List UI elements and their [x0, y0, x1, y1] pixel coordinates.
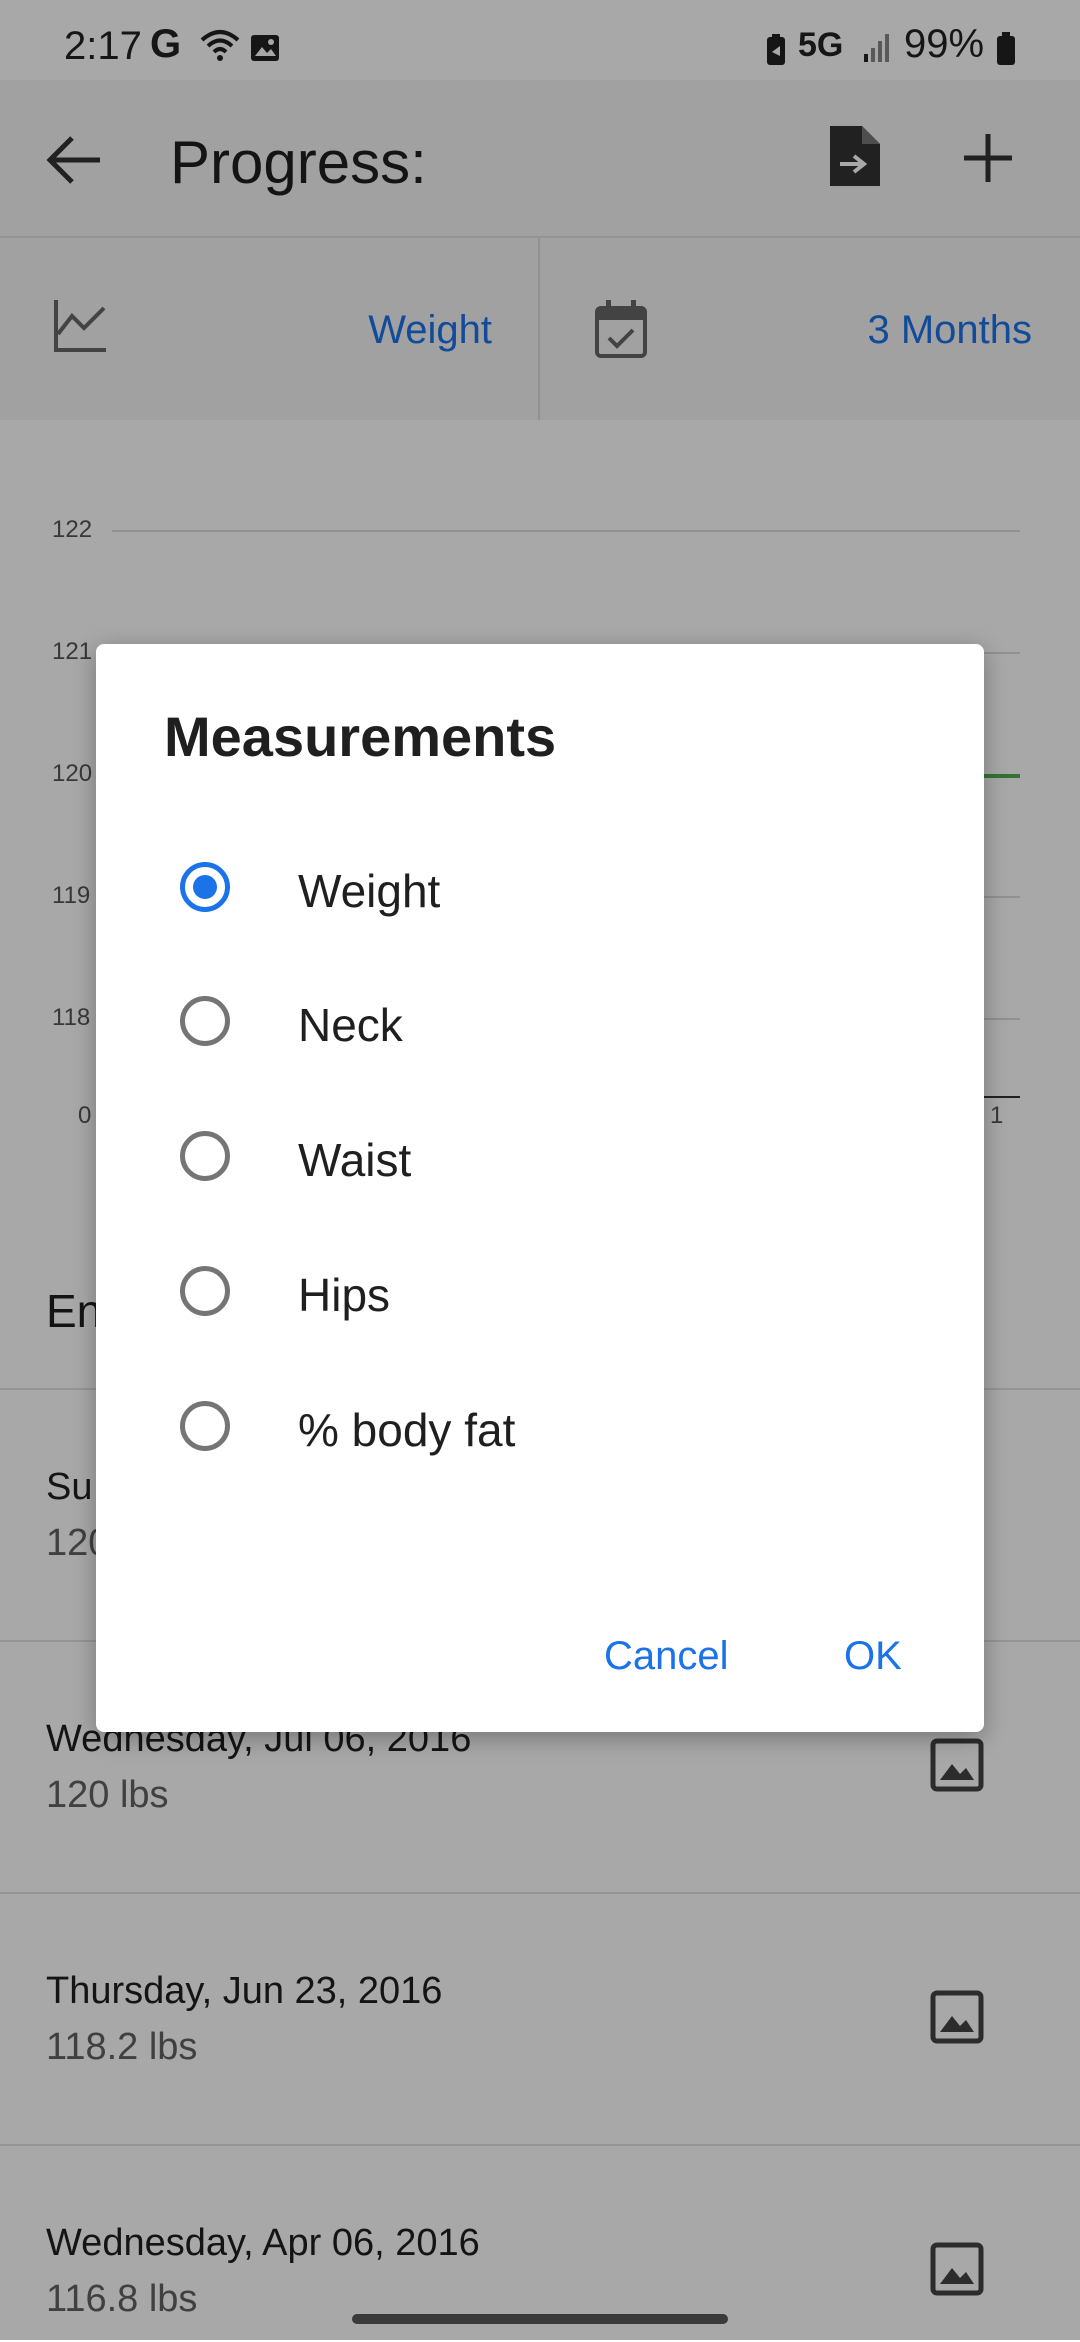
- radio-button[interactable]: [180, 996, 230, 1046]
- option-neck[interactable]: Neck: [96, 956, 984, 1090]
- option-label: % body fat: [298, 1404, 516, 1456]
- option-label: Weight: [298, 865, 441, 917]
- option-body-fat[interactable]: % body fat: [96, 1361, 984, 1495]
- option-label: Hips: [298, 1269, 391, 1321]
- ok-button[interactable]: OK: [844, 1634, 902, 1679]
- option-weight[interactable]: Weight: [96, 822, 984, 956]
- option-label: Waist: [298, 1134, 412, 1186]
- option-hips[interactable]: Hips: [96, 1226, 984, 1360]
- cancel-button[interactable]: Cancel: [604, 1634, 729, 1679]
- radio-button[interactable]: [180, 1131, 230, 1181]
- radio-button-selected[interactable]: [180, 862, 230, 912]
- option-label: Neck: [298, 999, 403, 1051]
- radio-button[interactable]: [180, 1401, 230, 1451]
- dialog-title: Measurements: [164, 705, 557, 768]
- radio-button[interactable]: [180, 1266, 230, 1316]
- gesture-nav-bar[interactable]: [352, 2314, 728, 2324]
- measurements-dialog: Measurements Weight Neck Waist Hips % bo…: [96, 644, 984, 1732]
- option-waist[interactable]: Waist: [96, 1091, 984, 1225]
